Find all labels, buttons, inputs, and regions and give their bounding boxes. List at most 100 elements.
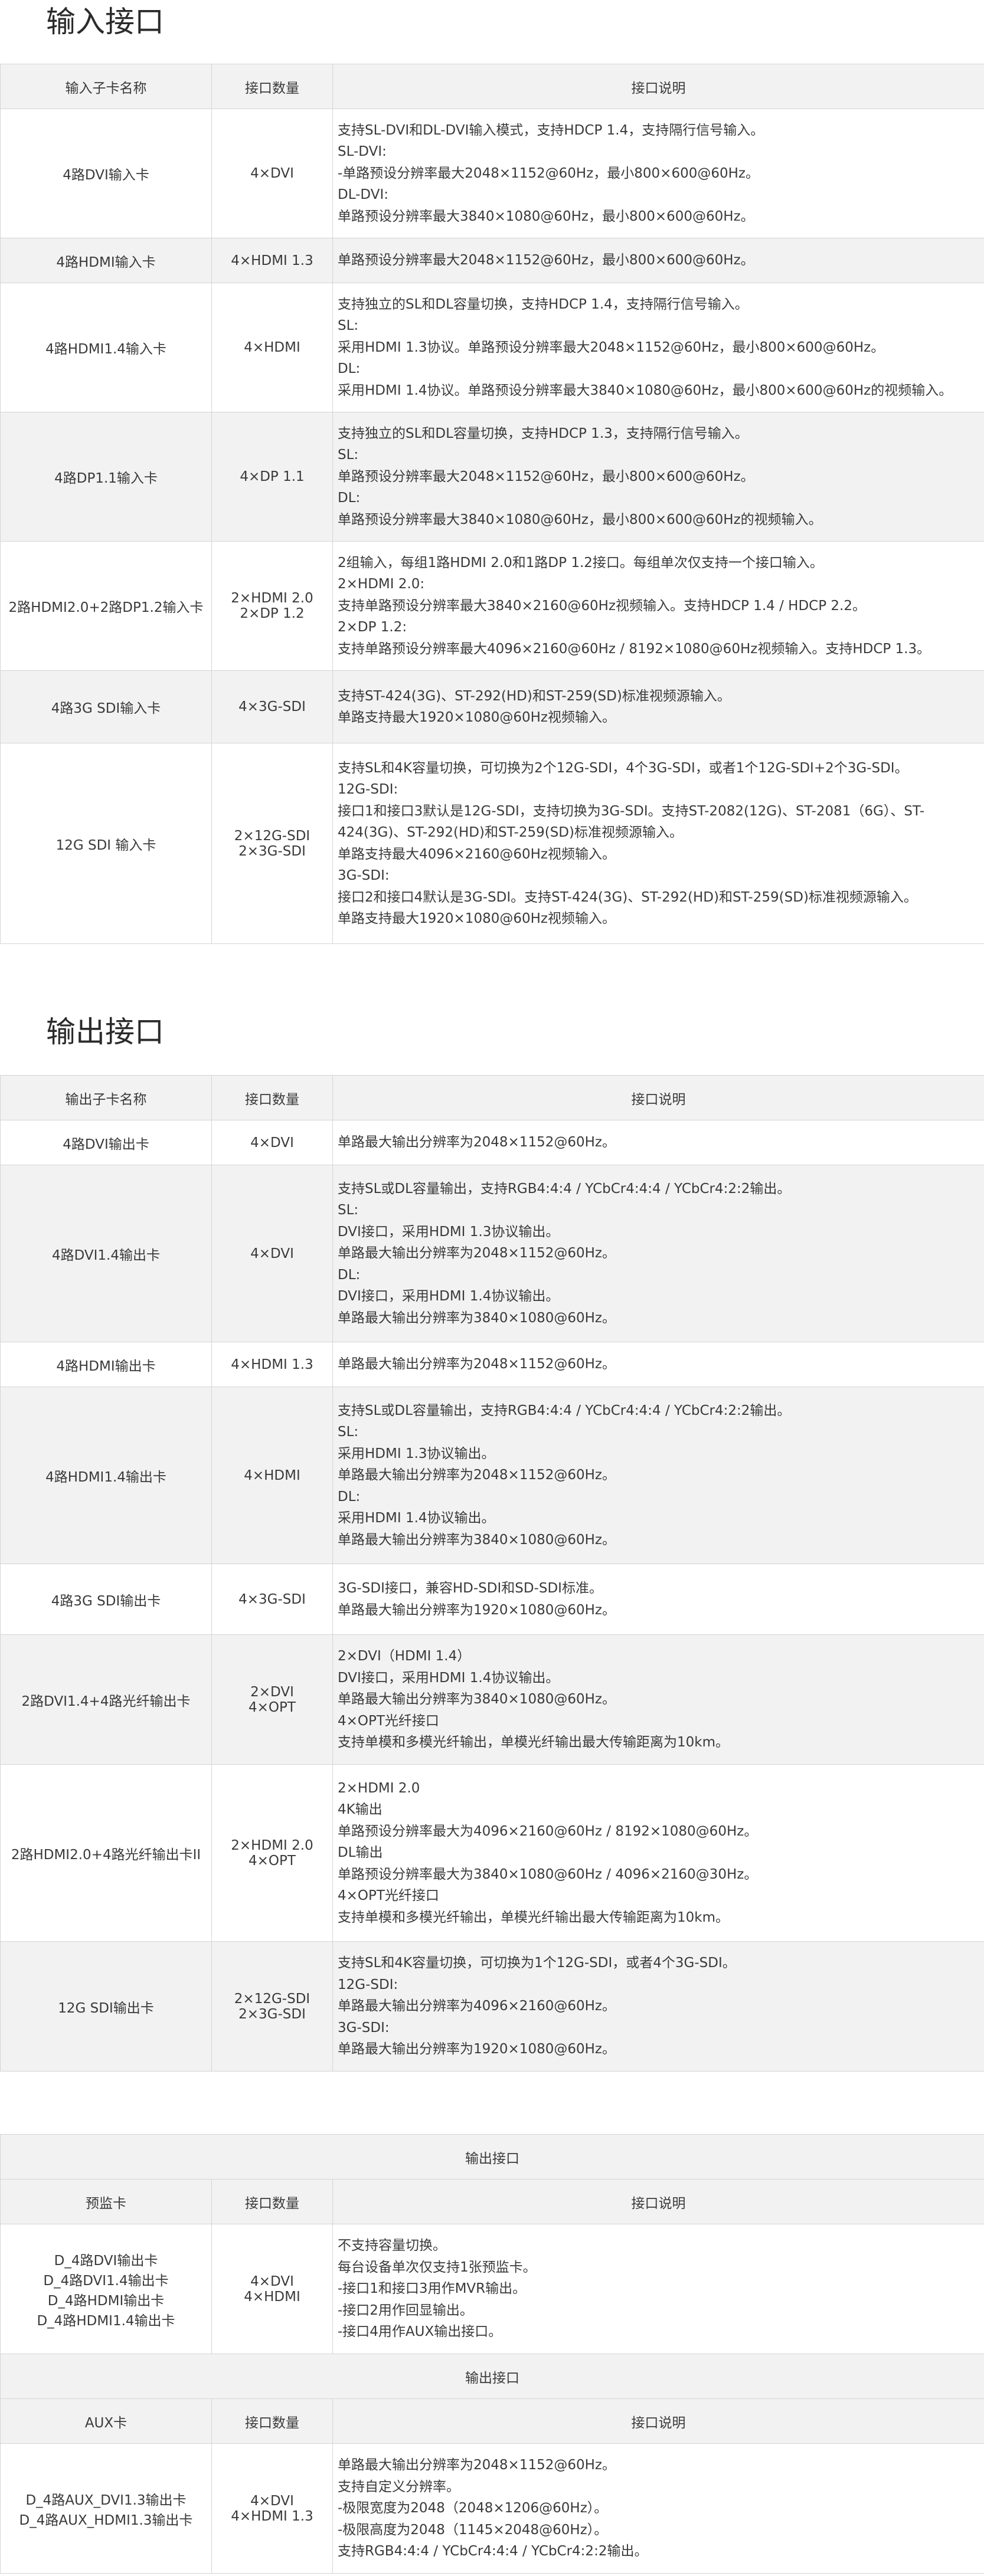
port-desc-cell: 支持SL或DL容量输出，支持RGB4:4:4 / YCbCr4:4:4 / YC… <box>332 1387 984 1564</box>
cell-text-line: 4路DVI输入卡 <box>63 168 149 183</box>
header-port-count: 接口数量 <box>211 2179 333 2224</box>
card-name-cell: 12G SDI输出卡 <box>0 1941 212 2072</box>
header-port-count: 接口数量 <box>211 2398 333 2444</box>
cell-text-line: 支持自定义分辨率。 <box>338 2479 460 2495</box>
cell-text-line: 4×DVI <box>250 166 294 181</box>
card-name-cell: D_4路AUX_DVI1.3输出卡 D_4路AUX_HDMI1.3输出卡 <box>0 2443 212 2574</box>
cell-text-line: 4路3G SDI输出卡 <box>51 1593 161 1609</box>
cell-text-line: 4×DVI <box>250 1135 294 1151</box>
card-name-cell: D_4路DVI输出卡 D_4路DVI1.4输出卡 D_4路HDMI输出卡 D_4路HD… <box>0 2224 212 2354</box>
header-port-count: 接口数量 <box>211 1075 333 1120</box>
cell-text-line: 4路DVI输出卡 <box>63 1136 149 1152</box>
port-desc-cell: 支持ST-424(3G)、ST-292(HD)和ST-259(SD)标准视频源输… <box>332 670 984 743</box>
header-port-desc: 接口说明 <box>332 1075 984 1120</box>
cell-text-line: 支持SL和4K容量切换，可切换为2个12G-SDI，4个3G-SDI，或者1个1… <box>338 760 908 776</box>
preview-title-row: 输出接口 <box>0 2134 984 2180</box>
cell-text-line: 不支持容量切换。 <box>338 2238 446 2254</box>
cell-text-line: 接口1和接口3默认是12G-SDI，支持切换为3G-SDI。支持ST-2082(… <box>338 803 925 841</box>
cell-text-line: 2×3G-SDI <box>238 2006 306 2022</box>
card-name-cell: 12G SDI 输入卡 <box>0 743 212 944</box>
cell-text-line: 4×3G-SDI <box>238 1591 306 1607</box>
cell-text-line: 4×3G-SDI <box>238 699 306 715</box>
cell-text-line: 2×DVI <box>250 1684 294 1700</box>
cell-text-line: 支持SL或DL容量输出，支持RGB4:4:4 / YCbCr4:4:4 / YC… <box>338 1181 791 1197</box>
cell-text-line: 单路最大输出分辨率为2048×1152@60Hz。 <box>338 2457 616 2473</box>
cell-text-line: 单路最大输出分辨率为2048×1152@60Hz。 <box>338 1246 616 1261</box>
cell-text-line: 支持RGB4:4:4 / YCbCr4:4:4 / YCbCr4:2:2输出。 <box>338 2544 648 2559</box>
cell-text-line: D_4路HDMI输出卡 <box>47 2293 165 2309</box>
header-port-desc: 接口说明 <box>332 2179 984 2224</box>
input-interface-table: 输入子卡名称 接口数量 接口说明 4路DVI输入卡 4×DVI 支持SL-DVI和D… <box>0 64 984 944</box>
cell-text-line: 2×DP 1.2 <box>240 606 305 621</box>
header-card-name: 输入子卡名称 <box>0 64 212 109</box>
cell-text-line: 4路HDMI1.4输入卡 <box>45 342 166 357</box>
cell-text-line: 单路最大输出分辨率为3840×1080@60Hz。 <box>338 1692 616 1707</box>
cell-text-line: 4×OPT光纤接口 <box>338 1713 439 1729</box>
cell-text-line: 单路预设分辨率最大2048×1152@60Hz，最小800×600@60Hz。 <box>338 468 754 484</box>
table-row: 2路HDMI2.0+4路光纤输出卡II 2×HDMI 2.0 4×OPT 2×HDMI… <box>0 1764 984 1942</box>
table-row: 4路HDMI输出卡 4×HDMI 1.3 单路最大输出分辨率为2048×1152@6… <box>0 1342 984 1387</box>
cell-text-line: 2×DP 1.2: <box>338 620 407 635</box>
cell-text-line: -接口4用作AUX输出接口。 <box>338 2324 502 2340</box>
cell-text-line: 3G-SDI: <box>338 868 390 883</box>
cell-text-line: 4路DP1.1输入卡 <box>54 471 158 486</box>
header-port-desc: 接口说明 <box>332 2398 984 2444</box>
table-header-row: AUX卡 接口数量 接口说明 <box>0 2398 984 2444</box>
table-row: 4路DVI输出卡 4×DVI 单路最大输出分辨率为2048×1152@60Hz。 <box>0 1120 984 1165</box>
cell-text-line: -单路预设分辨率最大2048×1152@60Hz，最小800×600@60Hz。 <box>338 165 759 181</box>
card-name-cell: 2路HDMI2.0+2路DP1.2输入卡 <box>0 541 212 671</box>
cell-text-line: 4路HDMI输出卡 <box>56 1358 156 1374</box>
port-count-cell: 4×3G-SDI <box>211 670 333 743</box>
port-count-cell: 4×HDMI <box>211 283 333 412</box>
cell-text-line: 4路DVI1.4输出卡 <box>51 1247 161 1263</box>
port-desc-cell: 支持SL和4K容量切换，可切换为2个12G-SDI，4个3G-SDI，或者1个1… <box>332 743 984 944</box>
cell-text-line: 采用HDMI 1.4协议。单路预设分辨率最大3840×1080@60Hz，最小8… <box>338 382 953 398</box>
output-interface-table: 输出子卡名称 接口数量 接口说明 4路DVI输出卡 4×DVI 单路最大输出分辨率为… <box>0 1075 984 2072</box>
cell-text-line: 2×3G-SDI <box>238 843 306 859</box>
card-name-cell: 4路HDMI输出卡 <box>0 1342 212 1387</box>
port-desc-cell: 支持独立的SL和DL容量切换，支持HDCP 1.3，支持隔行信号输入。 SL: 单路… <box>332 412 984 542</box>
cell-text-line: -接口2用作回显输出。 <box>338 2302 473 2318</box>
card-name-cell: 4路DVI输出卡 <box>0 1120 212 1165</box>
cell-text-line: SL: <box>338 1424 359 1440</box>
cell-text-line: 单路最大输出分辨率为4096×2160@60Hz。 <box>338 1998 616 2014</box>
port-desc-cell: 支持SL或DL容量输出，支持RGB4:4:4 / YCbCr4:4:4 / YC… <box>332 1165 984 1342</box>
cell-text-line: 采用HDMI 1.3协议。单路预设分辨率最大2048×1152@60Hz，最小8… <box>338 339 885 355</box>
cell-text-line: 4×DVI <box>250 2493 294 2509</box>
table-row: 4路DP1.1输入卡 4×DP 1.1 支持独立的SL和DL容量切换，支持HDCP … <box>0 412 984 542</box>
aux-section-title: 输出接口 <box>0 2354 984 2399</box>
cell-text-line: SL: <box>338 447 359 463</box>
preview-aux-table: 输出接口 预监卡 接口数量 接口说明 D_4路DVI输出卡 D_4路DVI1.4输… <box>0 2134 984 2574</box>
cell-text-line: 单路最大输出分辨率为3840×1080@60Hz。 <box>338 1310 616 1326</box>
port-desc-cell: 3G-SDI接口，兼容HD-SDI和SD-SDI标准。 单路最大输出分辨率为192… <box>332 1564 984 1635</box>
port-desc-cell: 不支持容量切换。 每台设备单次仅支持1张预监卡。 -接口1和接口3用作MVR输出。 -… <box>332 2224 984 2354</box>
cell-text-line: 接口2和接口4默认是3G-SDI。支持ST-424(3G)、ST-292(HD)… <box>338 889 917 905</box>
cell-text-line: 4×OPT <box>249 1699 296 1715</box>
cell-text-line: 单路预设分辨率最大3840×1080@60Hz，最小800×600@60Hz。 <box>338 208 754 224</box>
table-row: 2路DVI1.4+4路光纤输出卡 2×DVI 4×OPT 2×DVI（HDMI 1.4… <box>0 1634 984 1765</box>
cell-text-line: 12G SDI 输入卡 <box>55 837 156 853</box>
preview-section-title: 输出接口 <box>0 2134 984 2180</box>
cell-text-line: 4×OPT光纤接口 <box>338 1888 439 1904</box>
cell-text-line: 4K输出 <box>338 1802 383 1818</box>
cell-text-line: 2路DVI1.4+4路光纤输出卡 <box>21 1693 191 1709</box>
cell-text-line: 支持单路预设分辨率最大3840×2160@60Hz视频输入。支持HDCP 1.4… <box>338 598 866 614</box>
header-port-count: 接口数量 <box>211 64 333 109</box>
port-count-cell: 4×HDMI 1.3 <box>211 1342 333 1387</box>
cell-text-line: -极限高度为2048（1145×2048@60Hz）。 <box>338 2522 608 2538</box>
cell-text-line: 单路最大输出分辨率为3840×1080@60Hz。 <box>338 1532 616 1548</box>
card-name-cell: 4路HDMI1.4输入卡 <box>0 283 212 412</box>
port-desc-cell: 2组输入，每组1路HDMI 2.0和1路DP 1.2接口。每组单次仅支持一个接口… <box>332 541 984 671</box>
port-desc-cell: 单路预设分辨率最大2048×1152@60Hz，最小800×600@60Hz。 <box>332 238 984 283</box>
cell-text-line: -接口1和接口3用作MVR输出。 <box>338 2281 527 2297</box>
cell-text-line: DVI接口，采用HDMI 1.4协议输出。 <box>338 1289 560 1305</box>
aux-title-row: 输出接口 <box>0 2354 984 2399</box>
port-desc-cell: 2×HDMI 2.0 4K输出 单路预设分辨率最大为4096×2160@60Hz /… <box>332 1764 984 1942</box>
table-row: 4路3G SDI输出卡 4×3G-SDI 3G-SDI接口，兼容HD-SDI和SD-… <box>0 1564 984 1635</box>
cell-text-line: 支持SL或DL容量输出，支持RGB4:4:4 / YCbCr4:4:4 / YC… <box>338 1402 791 1418</box>
cell-text-line: 4路HDMI1.4输出卡 <box>45 1469 166 1485</box>
card-name-cell: 4路DVI1.4输出卡 <box>0 1165 212 1342</box>
card-name-cell: 2路DVI1.4+4路光纤输出卡 <box>0 1634 212 1765</box>
port-desc-cell: 单路最大输出分辨率为2048×1152@60Hz。 <box>332 1342 984 1387</box>
table-row: 4路DVI1.4输出卡 4×DVI 支持SL或DL容量输出，支持RGB4:4:4 /… <box>0 1165 984 1342</box>
